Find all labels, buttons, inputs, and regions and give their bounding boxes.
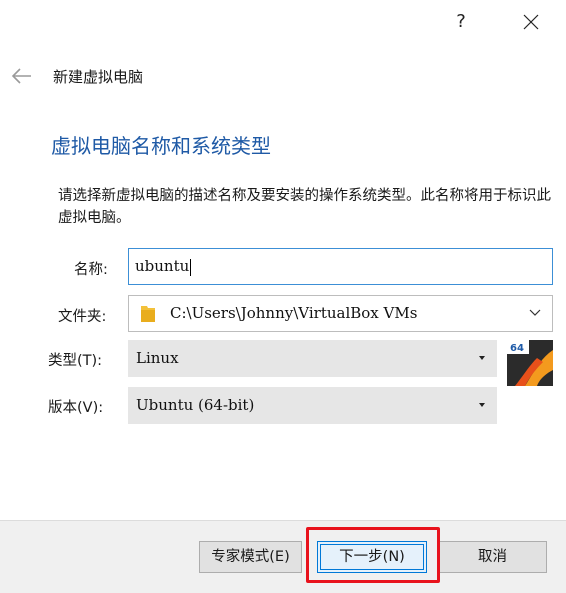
wizard-header: 新建虚拟电脑 [0,58,566,98]
dropdown-arrow-icon [479,403,485,407]
name-input-value: ubuntu [135,257,190,275]
text-caret [190,258,192,276]
folder-label: 文件夹: [58,309,107,325]
version-value: Ubuntu (64-bit) [136,396,255,414]
name-label: 名称: [74,262,108,278]
expert-mode-button[interactable]: 专家模式(E) [199,541,302,573]
name-input[interactable]: ubuntu [128,248,553,285]
type-value: Linux [136,349,179,367]
folder-value: C:\Users\Johnny\VirtualBox VMs [170,304,418,322]
close-icon [523,14,539,30]
folder-icon [141,306,155,322]
back-button[interactable] [10,66,34,86]
version-select[interactable]: Ubuntu (64-bit) [128,387,497,424]
cancel-button[interactable]: 取消 [438,541,547,573]
title-bar: ? [0,0,566,46]
type-label: 类型(T): [48,353,103,369]
wizard-title: 新建虚拟电脑 [53,68,144,86]
os-badge: 64 [510,343,524,354]
arrow-left-icon [11,68,31,84]
type-select[interactable]: Linux [128,340,497,377]
highlight-box [306,527,440,583]
help-button[interactable]: ? [447,8,475,36]
page-description: 请选择新虚拟电脑的描述名称及要安装的操作系统类型。此名称将用于标识此虚拟电脑。 [58,188,551,226]
dropdown-arrow-icon [479,356,485,360]
page-title: 虚拟电脑名称和系统类型 [51,134,271,158]
version-label: 版本(V): [48,400,104,416]
close-button[interactable] [516,8,546,36]
folder-combobox[interactable]: C:\Users\Johnny\VirtualBox VMs [128,295,553,332]
chevron-down-icon[interactable] [528,307,542,319]
ubuntu-64-icon: 64 [507,340,553,386]
